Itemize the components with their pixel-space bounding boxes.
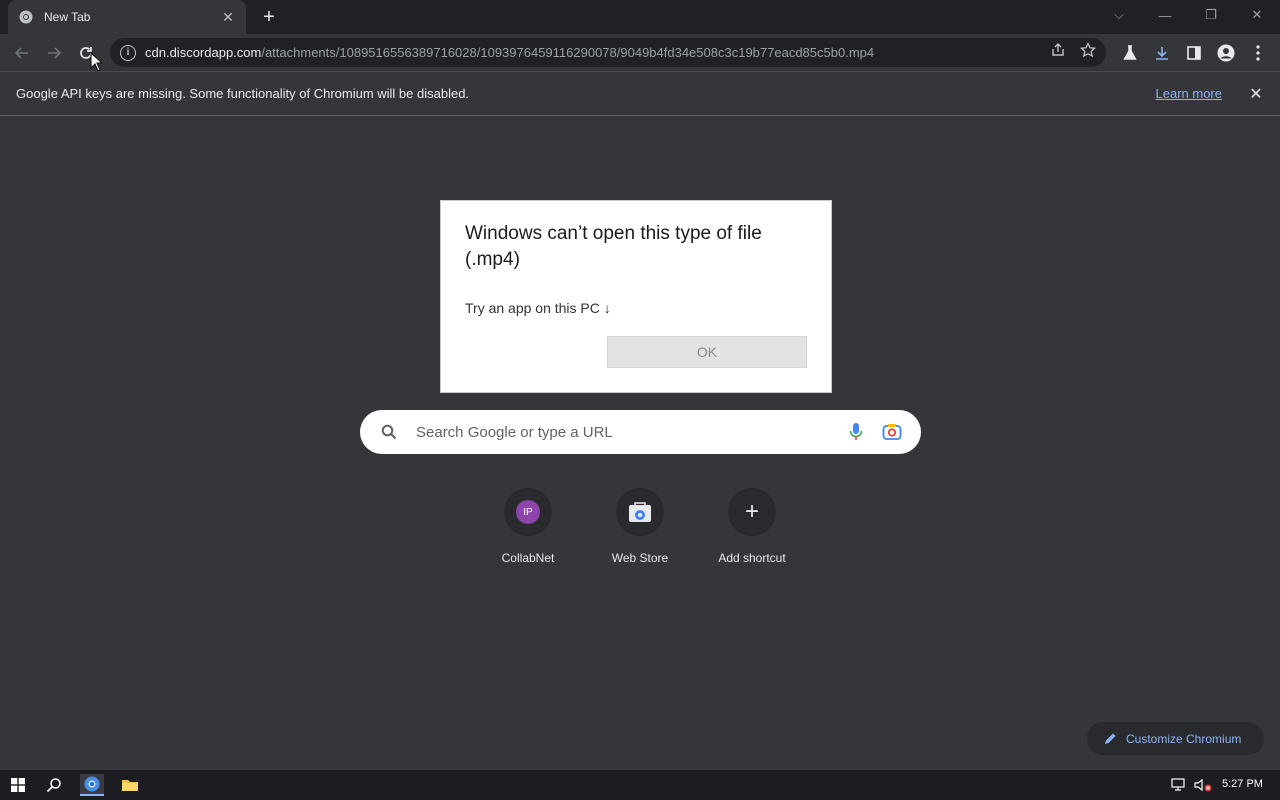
plus-icon: + [744,498,759,525]
shortcut-label: Web Store [611,551,669,565]
taskbar-clock[interactable]: 5:27 PM [1222,778,1263,790]
learn-more-link[interactable]: Learn more [1156,86,1222,101]
customize-chromium-button[interactable]: Customize Chromium [1087,722,1264,755]
minimize-button[interactable]: — [1153,4,1177,26]
shortcut-tile: + [728,488,776,536]
windows-taskbar: 5:27 PM [0,770,1280,800]
site-info-icon[interactable]: i [120,44,136,61]
google-lens-camera-icon[interactable] [881,421,903,443]
dialog-title: Windows can’t open this type of file (.m… [465,223,762,270]
volume-muted-icon[interactable] [1191,774,1215,796]
network-icon[interactable] [1167,774,1191,796]
address-bar[interactable]: i cdn.discordapp.com/attachments/1089516… [110,38,1106,67]
back-button[interactable] [9,40,35,66]
bookmark-star-icon[interactable] [1079,41,1097,63]
download-icon[interactable] [1152,43,1172,63]
tab-close-icon[interactable]: ✕ [220,9,236,25]
shortcut-web-store[interactable]: Web Store [584,488,696,574]
shortcut-tile: IP [504,488,552,536]
web-store-icon [629,502,651,522]
collabnet-favicon-icon: IP [516,500,540,524]
url-text[interactable]: cdn.discordapp.com/attachments/108951655… [145,45,1050,60]
add-shortcut-button[interactable]: + Add shortcut [696,488,808,574]
labs-flask-icon[interactable] [1120,43,1140,63]
search-input[interactable]: Search Google or type a URL [416,424,845,441]
file-explorer-icon[interactable] [118,774,142,796]
infobar-close-icon[interactable]: ✕ [1248,86,1264,103]
pencil-icon [1105,733,1116,744]
infobar-api-keys: Google API keys are missing. Some functi… [0,71,1280,116]
menu-kebab-icon[interactable] [1248,43,1268,63]
tab-strip: New Tab ✕ + ⌵ — ❐ ✕ [0,0,1280,34]
share-icon[interactable] [1050,42,1066,63]
url-path: /attachments/1089516556389716028/1093976… [261,45,875,60]
try-app-link[interactable]: Try an app on this PC ↓ [465,300,611,316]
url-host: cdn.discordapp.com [145,45,262,60]
windows-start-icon[interactable] [6,774,30,796]
tab-search-icon[interactable]: ⌵ [1107,4,1131,26]
close-window-button[interactable]: ✕ [1245,4,1269,26]
taskbar-search-icon[interactable] [42,774,66,796]
toolbar: i cdn.discordapp.com/attachments/1089516… [0,34,1280,71]
shortcut-collabnet[interactable]: IP CollabNet [472,488,584,574]
infobar-message: Google API keys are missing. Some functi… [16,86,470,101]
voice-search-mic-icon[interactable] [845,421,867,443]
forward-arrow-icon [48,47,62,59]
shortcut-label: CollabNet [501,551,555,565]
tab-new-tab[interactable]: New Tab ✕ [8,0,246,34]
search-icon [378,421,400,443]
profile-avatar-icon[interactable] [1216,43,1236,63]
customize-label: Customize Chromium [1126,731,1242,746]
shortcut-label: Add shortcut [718,551,786,565]
ok-button[interactable]: OK [607,336,807,368]
back-arrow-icon [14,47,28,59]
chromium-icon [18,9,34,25]
open-with-dialog: Windows can’t open this type of file (.m… [440,200,832,393]
restore-button[interactable]: ❐ [1199,4,1223,26]
shortcut-tile [616,488,664,536]
forward-button[interactable] [41,40,67,66]
tab-title: New Tab [44,10,91,24]
search-box[interactable]: Search Google or type a URL [360,410,921,454]
new-tab-button[interactable]: + [258,6,280,28]
side-panel-icon[interactable] [1184,43,1204,63]
mouse-cursor-icon [90,52,102,72]
taskbar-chromium-icon[interactable] [80,774,104,796]
